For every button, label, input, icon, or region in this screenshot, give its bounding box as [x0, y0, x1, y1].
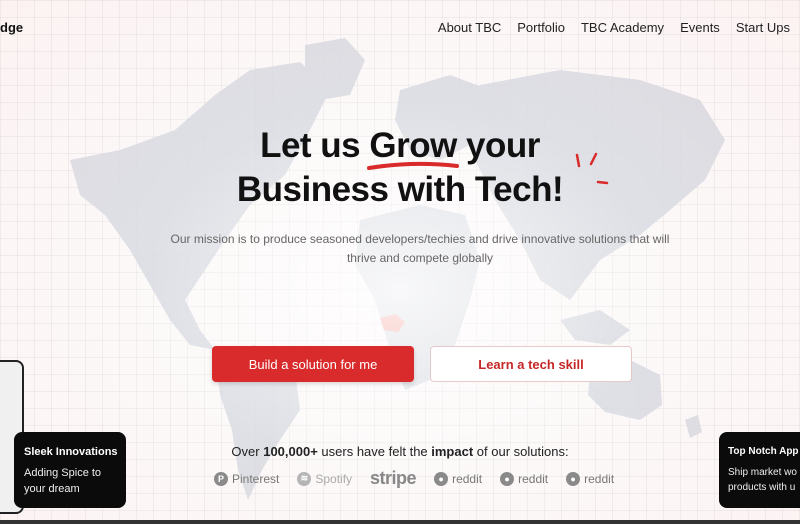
brand-reddit-1: ● reddit: [434, 471, 483, 486]
users-post: of our solutions:: [473, 444, 569, 459]
users-impact: impact: [431, 444, 474, 459]
nav-portfolio[interactable]: Portfolio: [517, 20, 565, 35]
card-title: Sleek Innovations: [24, 446, 118, 458]
brand-pinterest: P Pinterest: [214, 471, 280, 486]
brand-reddit-2: ● reddit: [500, 471, 549, 486]
nav-start-ups[interactable]: Start Ups: [736, 20, 790, 35]
nav-events[interactable]: Events: [680, 20, 720, 35]
mission-statement: Our mission is to produce seasoned devel…: [170, 232, 670, 265]
users-count: 100,000+: [263, 444, 318, 459]
spark-accent-icon: [575, 152, 609, 185]
nav-about-tbc[interactable]: About TBC: [438, 20, 501, 35]
brand-spotify: ≋ Spotify: [297, 471, 353, 486]
site-logo[interactable]: dge: [0, 20, 23, 35]
top-navbar: dge About TBC Portfolio TBC Academy Even…: [0, 0, 800, 52]
card-desc-line1: Adding Spice to: [24, 467, 102, 479]
card-desc-line2: products with u: [728, 482, 796, 493]
spotify-icon: ≋: [297, 471, 312, 486]
card-description: Ship market wo products with u: [728, 465, 797, 495]
client-logos: P Pinterest ≋ Spotify stripe ● reddit ● …: [214, 468, 632, 489]
sleek-innovations-card: Sleek Innovations Adding Spice to your d…: [14, 432, 126, 508]
hero-title-pre: Let us: [260, 126, 370, 165]
pinterest-icon: P: [214, 471, 228, 486]
nav-tbc-academy[interactable]: TBC Academy: [581, 20, 664, 35]
learn-tech-skill-button[interactable]: Learn a tech skill: [430, 346, 632, 382]
build-solution-button[interactable]: Build a solution for me: [212, 346, 414, 382]
reddit-icon: ●: [434, 471, 449, 486]
nav-links: About TBC Portfolio TBC Academy Events S…: [438, 20, 790, 35]
reddit-icon: ●: [566, 471, 581, 486]
brand-label: stripe: [370, 468, 417, 488]
hero-title-highlight: Grow: [367, 124, 460, 170]
hero-title: Let us Grow your Business with Tech!: [0, 124, 800, 212]
card-title: Top Notch App: [728, 446, 799, 457]
users-pre: Over: [231, 444, 264, 459]
card-description: Adding Spice to your dream: [24, 465, 101, 497]
bottom-edge: [0, 520, 800, 524]
top-notch-app-card: Top Notch App Ship market wo products wi…: [719, 432, 800, 508]
brand-label: Spotify: [315, 471, 353, 486]
brand-stripe: stripe: [370, 468, 417, 489]
brand-label: reddit: [584, 471, 615, 486]
brand-label: Pinterest: [232, 471, 280, 486]
underline-swoosh: [367, 161, 460, 170]
card-desc-line1: Ship market wo: [728, 467, 797, 478]
users-mid: users have felt the: [317, 444, 432, 459]
hero-title-line2: Business with Tech!: [236, 170, 564, 209]
card-desc-line2: your dream: [24, 483, 80, 495]
reddit-icon: ●: [500, 471, 515, 486]
hero-title-post: your: [456, 126, 540, 165]
brand-reddit-3: ● reddit: [566, 471, 615, 486]
brand-label: reddit: [518, 471, 549, 486]
brand-label: reddit: [452, 471, 483, 486]
